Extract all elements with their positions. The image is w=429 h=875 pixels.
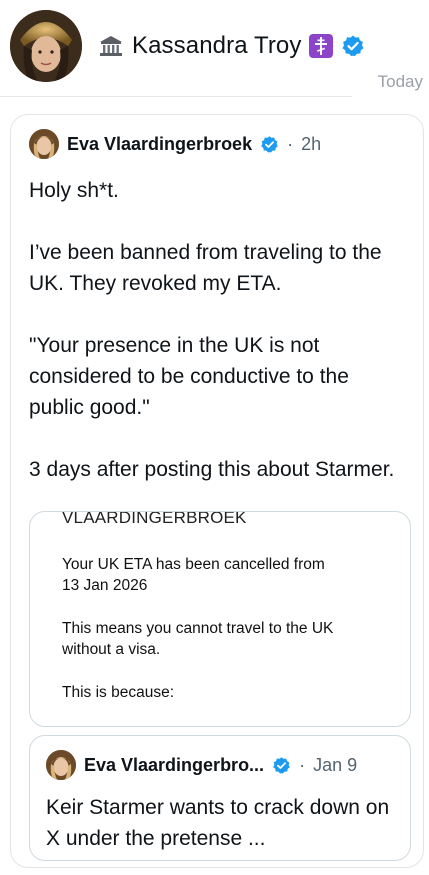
post-header: Eva Vlaardingerbroek · 2h bbox=[29, 129, 321, 159]
verified-badge-icon bbox=[341, 34, 365, 58]
attached-image[interactable]: VLAARDINGERBROEK Your UK ETA has been ca… bbox=[29, 511, 411, 727]
post-text: Holy sh*t. I’ve been banned from traveli… bbox=[29, 175, 409, 485]
page: Kassandra Troy Today Eva Vlaardingerbroe… bbox=[0, 0, 429, 875]
notice-line: This means you cannot travel to the UK bbox=[62, 620, 334, 637]
author-name[interactable]: Eva Vlaardingerbroek bbox=[67, 134, 252, 155]
classical-building-icon bbox=[98, 33, 124, 59]
post-paragraph: Holy sh*t. bbox=[29, 179, 119, 202]
header-name[interactable]: Kassandra Troy bbox=[132, 32, 301, 60]
author-avatar[interactable] bbox=[29, 129, 59, 159]
chat-header: Kassandra Troy Today bbox=[0, 0, 429, 100]
notice-heading: VLAARDINGERBROEK bbox=[62, 511, 247, 527]
header-name-row: Kassandra Troy bbox=[98, 30, 365, 62]
post-paragraph: 3 days after posting this about Starmer. bbox=[29, 458, 395, 481]
avatar-image bbox=[10, 10, 82, 82]
time-separator: · bbox=[299, 754, 306, 775]
quote-header: Eva Vlaardingerbro... · Jan 9 bbox=[46, 750, 396, 780]
notice-line: This is because: bbox=[62, 684, 174, 701]
time-separator: · bbox=[287, 133, 294, 154]
notice-line: 13 Jan 2026 bbox=[62, 577, 148, 594]
post-paragraph: "Your presence in the UK is not consider… bbox=[29, 334, 349, 419]
quote-time[interactable]: Jan 9 bbox=[313, 755, 357, 776]
quote-author-avatar[interactable] bbox=[46, 750, 76, 780]
quoted-post[interactable]: Eva Vlaardingerbro... · Jan 9 Keir Starm… bbox=[29, 735, 411, 861]
quote-text: Keir Starmer wants to crack down on X un… bbox=[46, 796, 390, 850]
avatar[interactable] bbox=[10, 10, 82, 82]
post-card[interactable]: Eva Vlaardingerbroek · 2h Holy sh*t. I’v… bbox=[10, 114, 424, 868]
post-paragraph: I’ve been banned from traveling to the U… bbox=[29, 241, 382, 295]
message-timestamp: Today bbox=[377, 72, 423, 91]
notice-line: without a visa. bbox=[62, 641, 161, 658]
orthodox-cross-icon bbox=[309, 34, 334, 58]
verified-badge-icon bbox=[272, 756, 291, 775]
quote-author-name[interactable]: Eva Vlaardingerbro... bbox=[84, 755, 264, 776]
notice-line: Your UK ETA has been cancelled from bbox=[62, 556, 325, 573]
post-time[interactable]: 2h bbox=[301, 134, 321, 155]
verified-badge-icon bbox=[260, 135, 279, 154]
divider bbox=[0, 96, 352, 97]
